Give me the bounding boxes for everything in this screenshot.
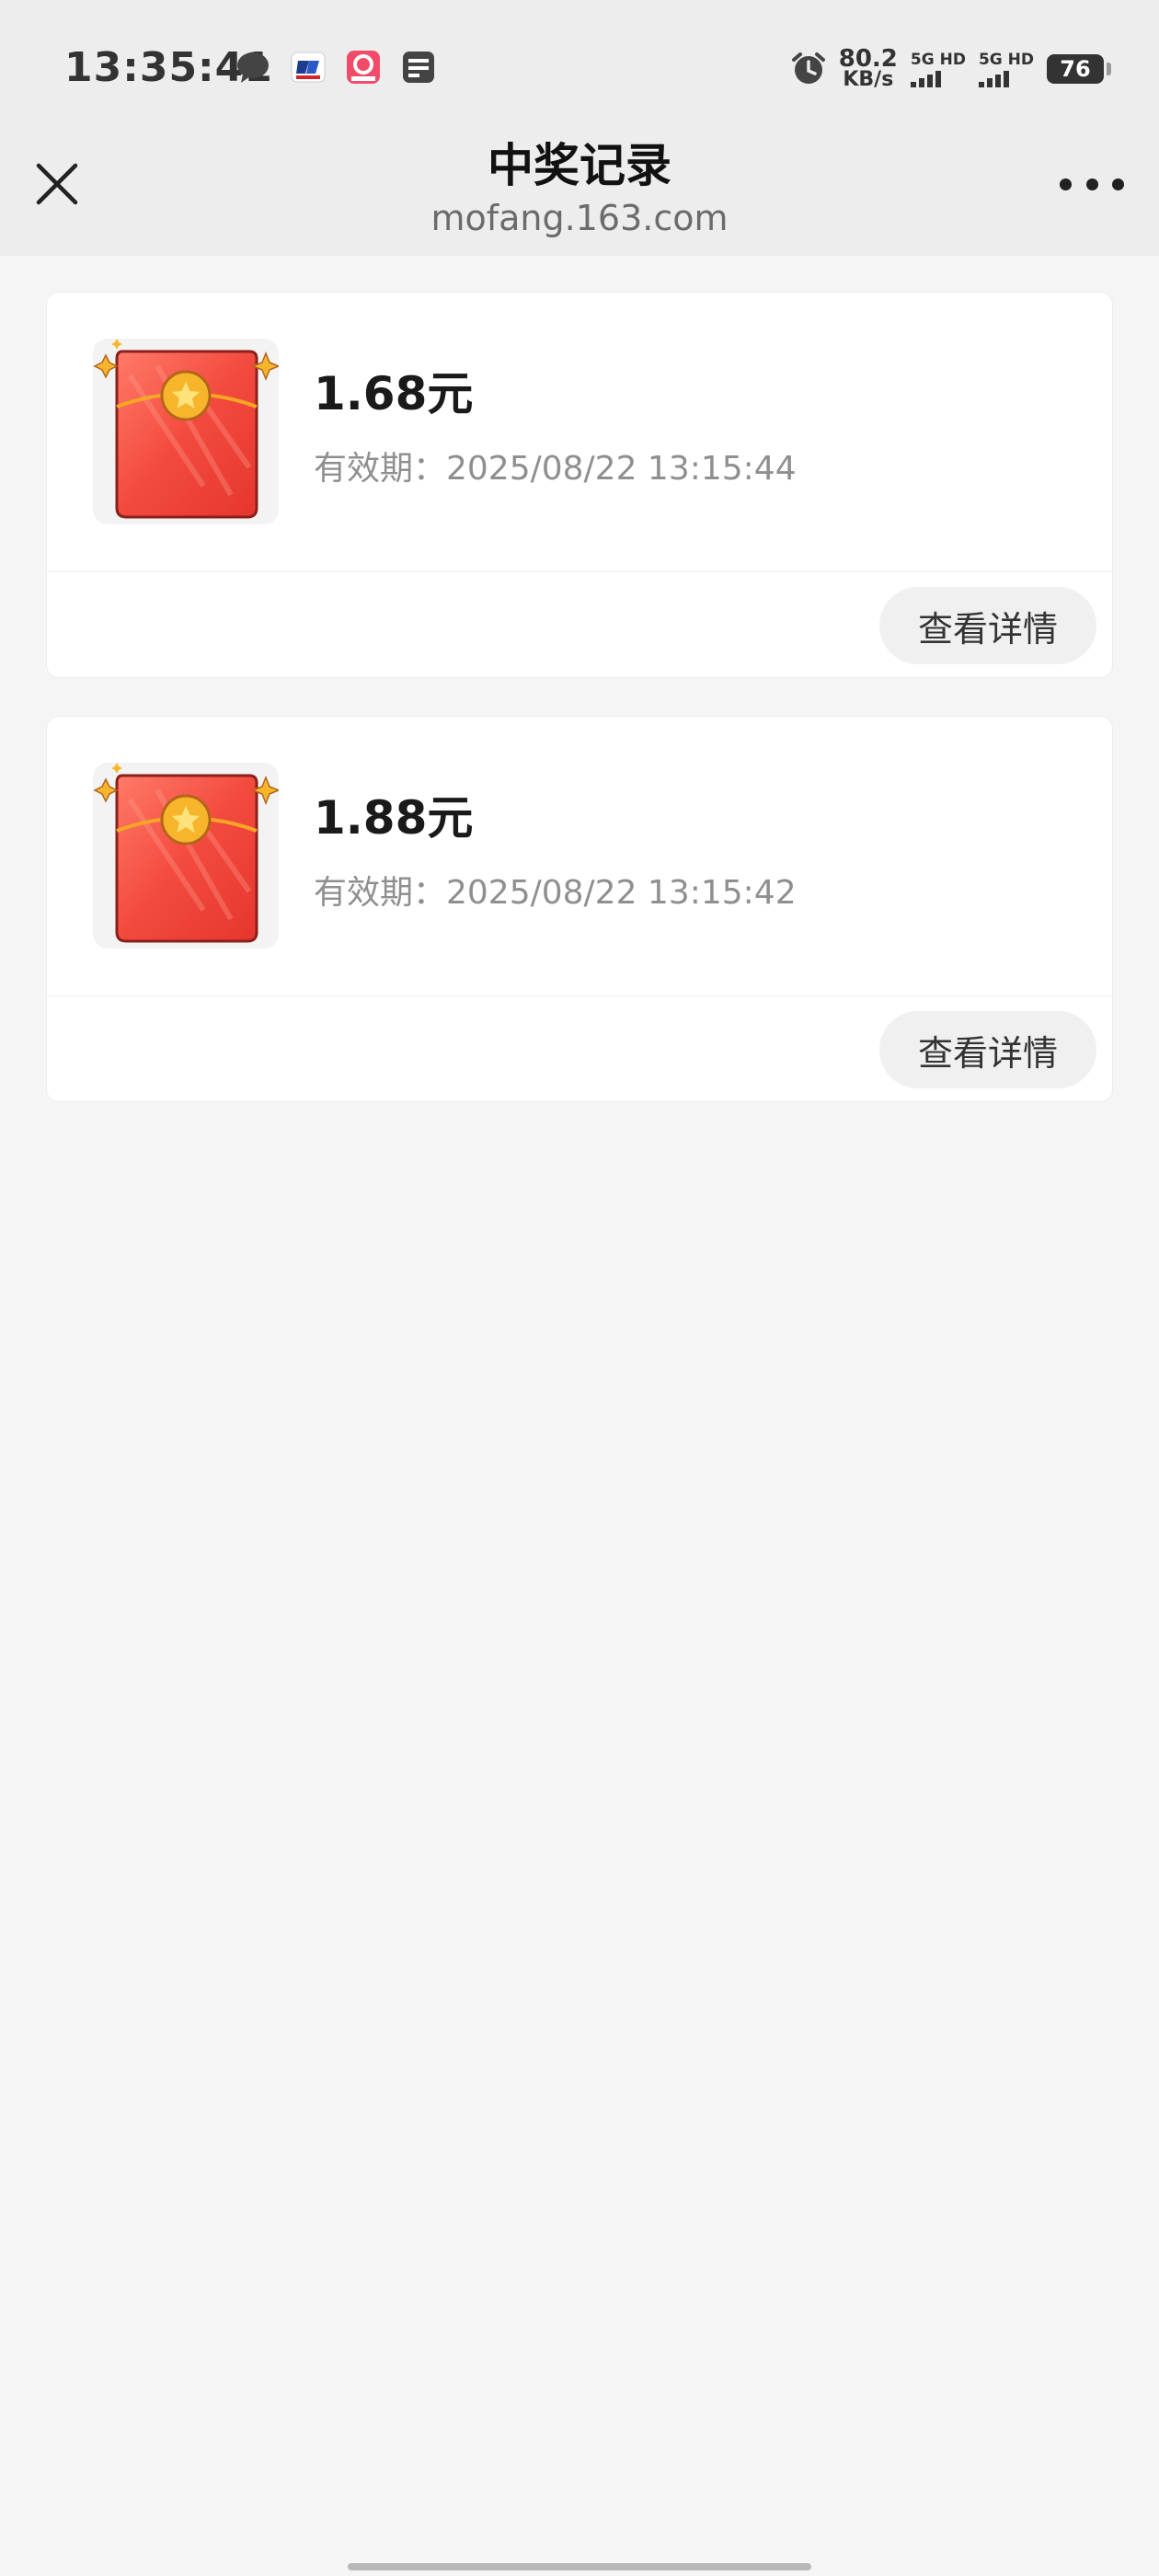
card-content: 1.68元 有效期：2025/08/22 13:15:44 [47,293,1112,572]
prize-record-card: 1.88元 有效期：2025/08/22 13:15:42 查看详情 [46,716,1113,1102]
view-details-button[interactable]: 查看详情 [879,1011,1096,1088]
network-speed-unit: KB/s [843,68,894,91]
prize-record-list: 1.68元 有效期：2025/08/22 13:15:44 查看详情 1.88元… [46,292,1113,1140]
sim2-label: 5G HD [978,51,1034,69]
red-envelope-icon [93,763,279,949]
battery-level: 76 [1060,56,1091,82]
alarm-icon [791,52,826,86]
prize-amount: 1.68元 [314,367,474,420]
signal-bars-icon [978,69,1009,87]
shopping-app-icon [346,50,381,85]
signal-bars-icon [910,69,941,87]
prize-expiry: 有效期：2025/08/22 13:15:44 [314,450,797,488]
app-logo-icon [291,50,326,85]
more-button[interactable] [1060,173,1124,195]
card-content: 1.88元 有效期：2025/08/22 13:15:42 [47,717,1112,996]
status-left-icons [235,50,436,85]
page-domain: mofang.163.com [430,198,729,238]
navigation-bar: 中奖记录 mofang.163.com [0,138,1159,256]
prize-amount: 1.88元 [314,791,474,845]
sim1-label: 5G HD [910,51,966,69]
page-title: 中奖记录 [488,139,671,192]
wallet-card-icon [401,50,436,85]
more-dots-icon [1060,178,1072,190]
sim2-signal: 5G HD [978,51,1034,87]
view-details-button[interactable]: 查看详情 [879,587,1096,664]
network-speed-value: 80.2 [838,45,898,73]
home-indicator[interactable] [348,2563,811,2570]
status-right-cluster: 80.2 KB/s 5G HD 5G HD 76 [791,45,1111,91]
battery-icon: 76 [1047,54,1111,84]
prize-expiry: 有效期：2025/08/22 13:15:42 [314,874,797,912]
network-speed: 80.2 KB/s [838,45,898,91]
red-envelope-icon [93,339,279,524]
status-bar: 13:35:41 80.2 KB/s 5G HD 5G HD 76 [0,0,1159,138]
prize-record-card: 1.68元 有效期：2025/08/22 13:15:44 查看详情 [46,292,1113,678]
chat-bubble-icon [235,50,270,85]
sim1-signal: 5G HD [910,51,966,87]
